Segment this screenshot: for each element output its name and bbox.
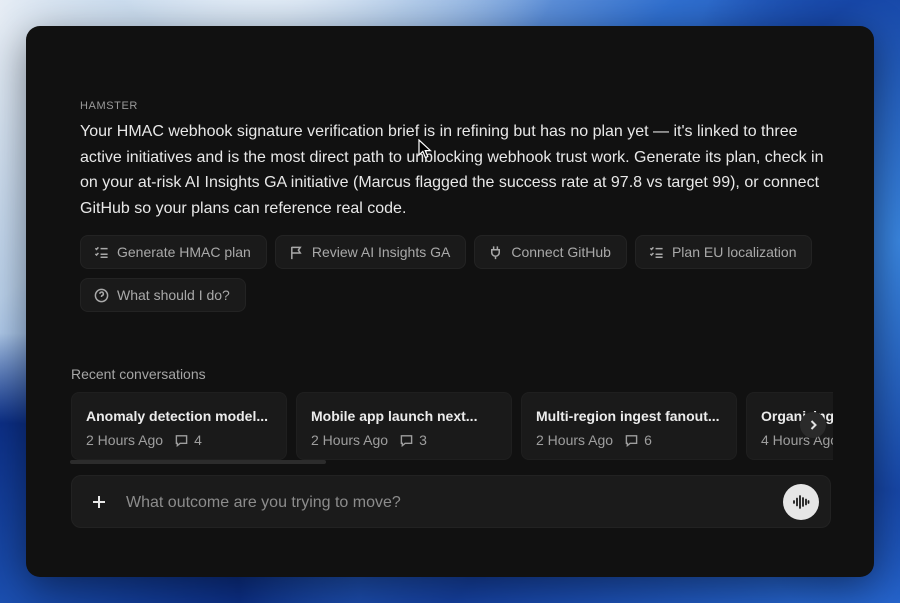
brand-label: HAMSTER [80, 100, 138, 112]
chip-review-ai-insights-ga[interactable]: Review AI Insights GA [274, 235, 467, 269]
recent-conversations-carousel: Anomaly detection model... 2 Hours Ago 4… [71, 392, 833, 462]
checklist-icon [94, 246, 108, 258]
comment-icon [625, 434, 638, 447]
plug-icon [491, 245, 501, 259]
conversation-time: 4 Hours Ago [761, 432, 833, 448]
conversation-title: Mobile app launch next... [311, 408, 478, 424]
question-circle-icon [94, 288, 109, 302]
chip-plan-eu-localization[interactable]: Plan EU localization [634, 235, 813, 269]
chevron-right-icon [810, 420, 817, 430]
composer-input[interactable] [126, 491, 726, 515]
assistant-message: Your HMAC webhook signature verification… [80, 123, 824, 218]
recent-conversations-heading: Recent conversations [71, 366, 206, 382]
chip-what-should-i-do[interactable]: What should I do? [80, 278, 246, 312]
waveform-icon [793, 495, 810, 509]
add-attachment-button[interactable] [86, 489, 112, 515]
chip-label: Connect GitHub [511, 244, 611, 260]
chip-label: Generate HMAC plan [117, 244, 251, 260]
flag-icon [290, 246, 302, 259]
composer [71, 475, 831, 528]
conversation-card[interactable]: Mobile app launch next... 2 Hours Ago 3 [296, 392, 512, 460]
plus-icon [93, 496, 105, 508]
carousel-next-button[interactable] [800, 412, 826, 438]
carousel-scrollbar[interactable] [70, 460, 326, 464]
conversation-title: Anomaly detection model... [86, 408, 269, 424]
conversation-message-count: 3 [419, 432, 427, 448]
app-window: HAMSTER Your HMAC webhook signature veri… [26, 26, 874, 577]
conversation-message-count: 4 [194, 432, 202, 448]
comment-icon [400, 434, 413, 447]
conversation-time: 2 Hours Ago [536, 432, 614, 448]
conversation-title: Multi-region ingest fanout... [536, 408, 720, 424]
checklist-icon [649, 246, 663, 258]
mouse-cursor-icon [418, 139, 432, 159]
comment-icon [175, 434, 188, 447]
conversation-time: 2 Hours Ago [311, 432, 389, 448]
chip-generate-hmac-plan[interactable]: Generate HMAC plan [80, 235, 267, 269]
conversation-message-count: 6 [644, 432, 652, 448]
chip-label: Plan EU localization [671, 244, 797, 260]
conversation-time: 2 Hours Ago [86, 432, 164, 448]
suggestion-chips: Generate HMAC plan Review AI Insights GA… [80, 235, 840, 312]
chip-connect-github[interactable]: Connect GitHub [474, 235, 627, 269]
conversation-card[interactable]: Anomaly detection model... 2 Hours Ago 4 [71, 392, 287, 460]
conversation-card[interactable]: Multi-region ingest fanout... 2 Hours Ag… [521, 392, 737, 460]
chip-label: What should I do? [117, 287, 230, 303]
voice-input-button[interactable] [783, 484, 819, 520]
chip-label: Review AI Insights GA [311, 244, 451, 260]
